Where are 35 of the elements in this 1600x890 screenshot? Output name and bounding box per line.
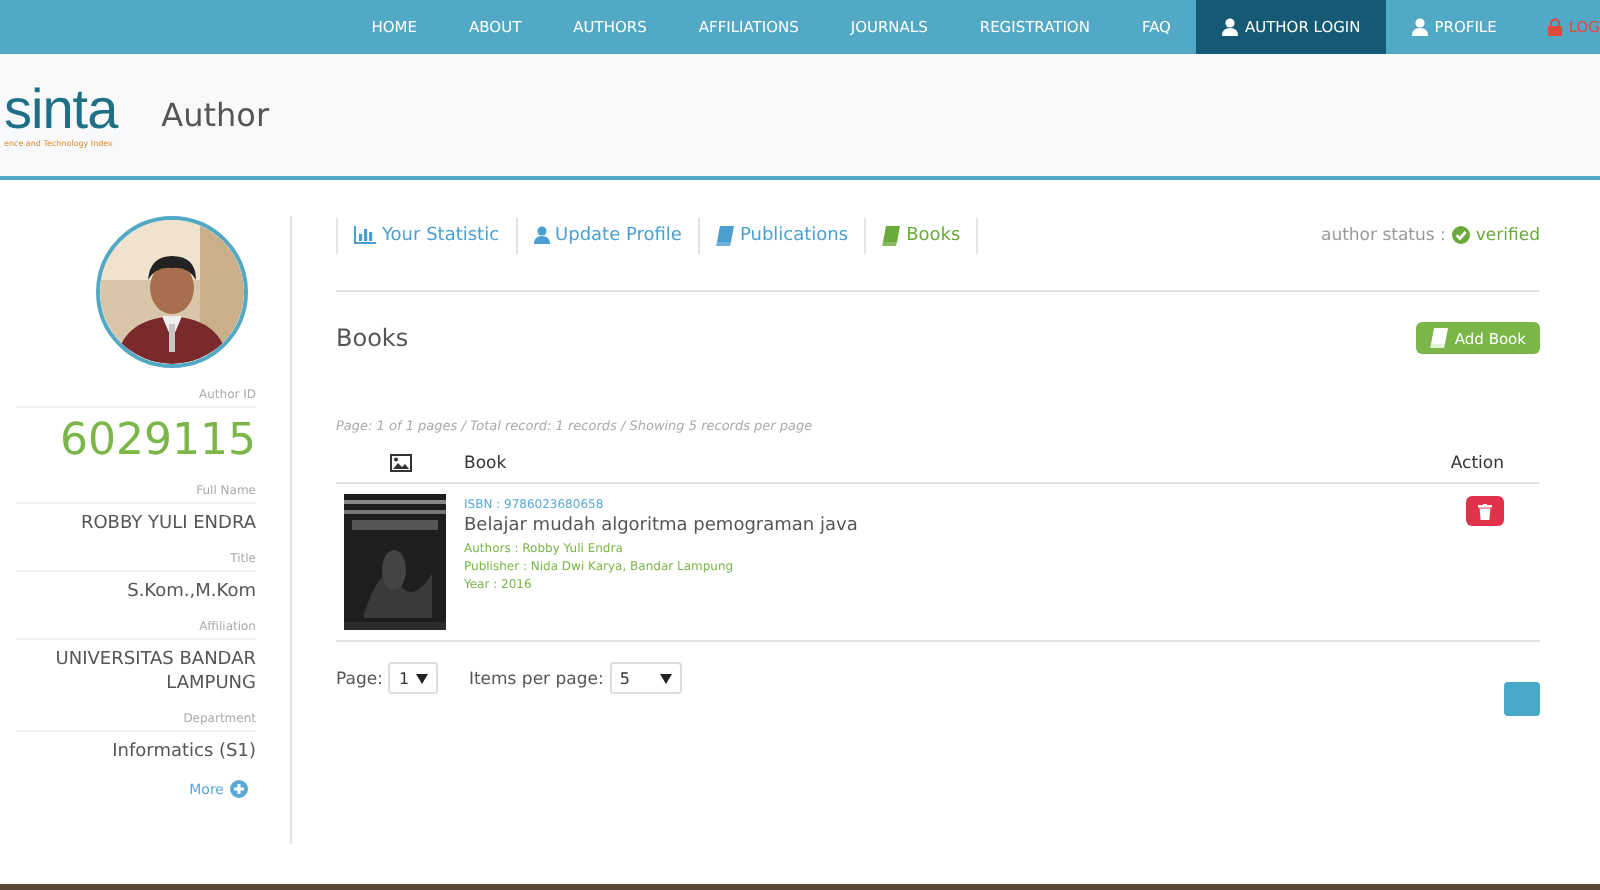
book-icon xyxy=(882,225,901,245)
trash-icon xyxy=(1478,503,1492,519)
delete-button[interactable] xyxy=(1466,496,1504,526)
tab[interactable]: Update Profile xyxy=(515,217,698,253)
user-icon xyxy=(533,226,550,244)
author-id: 6029115 xyxy=(58,416,256,468)
image-icon xyxy=(389,454,411,472)
pager-label: Items per page: xyxy=(468,670,604,690)
plus-circle-icon xyxy=(230,780,248,798)
tab[interactable]: Books xyxy=(864,217,979,253)
tab[interactable]: Your Statistic xyxy=(336,217,516,253)
field-value: ROBBY YULI ENDRA xyxy=(78,512,256,536)
book-title: Belajar mudah algoritma pemograman java xyxy=(464,516,860,536)
section-title: Books xyxy=(336,324,409,352)
field-value: Informatics (S1) xyxy=(110,740,256,764)
column-header: Book xyxy=(464,453,509,473)
field-value: S.Kom.,M.Kom xyxy=(125,580,256,604)
user-icon xyxy=(1412,18,1429,36)
column-header: Action xyxy=(1448,453,1506,473)
pager-label: Page: xyxy=(336,670,383,690)
tab[interactable]: Publications xyxy=(697,217,865,253)
field-value: UNIVERSITAS BANDAR LAMPUNG xyxy=(53,648,256,696)
dropdown[interactable]: 1 xyxy=(388,662,439,694)
book-icon xyxy=(1430,328,1449,348)
dropdown[interactable]: 5 xyxy=(609,662,682,694)
lock-icon xyxy=(1548,18,1563,36)
status-value: verified xyxy=(1475,225,1540,245)
user-icon xyxy=(1222,18,1239,36)
caret-icon xyxy=(416,673,429,683)
caret-icon xyxy=(659,673,672,683)
book-icon xyxy=(715,225,734,245)
status-label: author status : xyxy=(1320,225,1446,245)
check-circle-icon xyxy=(1451,226,1470,244)
page-title: Author xyxy=(161,96,270,134)
bar-chart-icon xyxy=(354,226,376,244)
